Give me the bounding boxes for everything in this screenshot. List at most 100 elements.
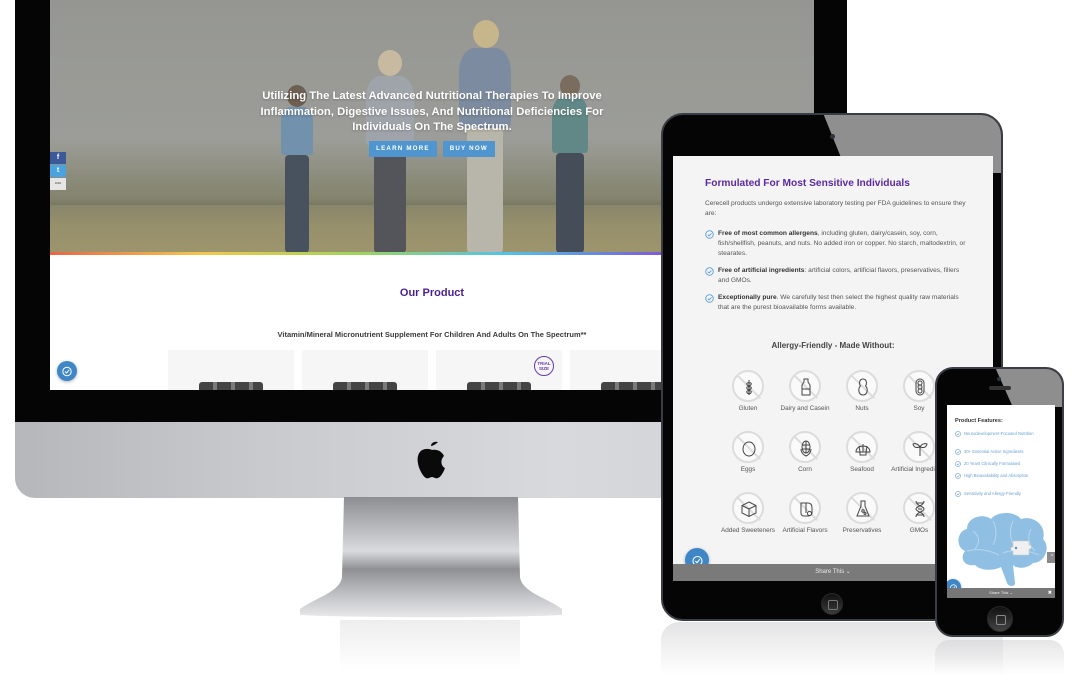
allergen-label: Artificial Flavors <box>782 527 828 534</box>
check-circle-icon <box>955 491 961 497</box>
buy-now-button[interactable]: BUY NOW <box>442 141 495 157</box>
corn-icon <box>800 440 812 457</box>
sensitive-section-intro: Cerecell products undergo extensive labo… <box>705 200 966 217</box>
phone-device: Product Features: Neurodevelopment-Focus… <box>935 367 1064 637</box>
feature-item: Sensitivity and Allergy-Friendly <box>955 491 1051 498</box>
feature-label: High Bioavailability and Absorption <box>964 473 1029 478</box>
imac-reflection <box>340 620 520 670</box>
phone-home-button <box>987 606 1013 632</box>
allergen-circle <box>903 370 935 402</box>
check-badge-icon <box>62 366 72 377</box>
checklist-item: Exceptionally pure. We carefully test th… <box>705 293 967 313</box>
allergen-circle <box>789 492 821 524</box>
wheat-icon <box>746 380 752 395</box>
allergen-label: Gluten <box>738 405 758 412</box>
allergen-item: Corn <box>775 431 835 475</box>
phone-reflection <box>935 640 1064 675</box>
check-circle-icon <box>705 230 714 239</box>
jar-lid <box>199 382 263 390</box>
allergen-circle <box>789 431 821 463</box>
tablet-camera <box>830 134 835 139</box>
product-card[interactable] <box>302 350 428 390</box>
checklist-item: Free of most common allergens, including… <box>705 229 967 259</box>
allergen-item: Added Sweeteners <box>718 492 778 536</box>
feature-item: 30+ Essential Active Ingredients <box>955 449 1051 456</box>
allergen-item: Artificial Flavors <box>775 492 835 536</box>
allergen-item: Dairy and Casein <box>775 370 835 414</box>
apple-logo-icon <box>417 441 445 479</box>
check-circle-icon <box>705 267 714 276</box>
feature-label: 20 Years Clinically Formulated <box>964 461 1021 466</box>
close-icon[interactable]: ✖ <box>1048 588 1052 598</box>
feature-label: Neurodevelopment-Focused Nutrition <box>964 431 1034 436</box>
allergen-label: Added Sweeteners <box>720 527 775 534</box>
phone-camera <box>997 377 1001 381</box>
peanut-icon <box>858 378 868 396</box>
allergen-circle <box>846 431 878 463</box>
puzzle-brain-illustration <box>958 513 1047 586</box>
product-card[interactable]: TRIAL SIZE <box>436 350 562 390</box>
shell-icon <box>855 444 871 456</box>
allergen-label: Corn <box>798 466 812 473</box>
imac-stand <box>300 497 562 618</box>
chevron-down-icon: ⌄ <box>1009 590 1013 595</box>
allergen-circle <box>732 492 764 524</box>
checklist-item-bold: Free of artificial ingredients <box>718 267 805 274</box>
accessibility-widget-button[interactable] <box>57 361 77 381</box>
allergen-item: Preservatives <box>832 492 892 536</box>
feature-label: 30+ Essential Active Ingredients <box>964 449 1024 454</box>
allergen-circle <box>732 370 764 402</box>
check-circle-icon <box>705 294 714 303</box>
soybean-icon <box>915 378 925 396</box>
share-this-label: Share This <box>989 590 1009 595</box>
product-features-title: Product Features: <box>955 418 1003 424</box>
product-card[interactable] <box>168 350 294 390</box>
sensitive-section-title: Formulated For Most Sensitive Individual… <box>705 178 910 189</box>
allergen-item: Seafood <box>832 431 892 475</box>
milk-bottle-icon <box>801 378 811 396</box>
facebook-icon[interactable]: f <box>50 152 66 164</box>
allergen-label: Seafood <box>850 466 874 473</box>
feature-label: Sensitivity and Allergy-Friendly <box>964 491 1022 496</box>
allergen-label: Eggs <box>740 466 756 473</box>
sprout-icon <box>912 443 928 456</box>
check-circle-icon <box>955 449 961 455</box>
allergen-circle <box>903 431 935 463</box>
check-circle-icon <box>955 461 961 467</box>
dna-icon <box>915 500 925 518</box>
twitter-icon[interactable]: t <box>50 165 66 177</box>
trial-size-badge: TRIAL SIZE <box>534 356 554 376</box>
check-circle-icon <box>955 473 961 479</box>
learn-more-button[interactable]: LEARN MORE <box>369 141 437 157</box>
flavor-icon <box>800 502 813 517</box>
hero-headline: Utilizing The Latest Advanced Nutritiona… <box>260 90 604 133</box>
allergen-circle <box>789 370 821 402</box>
share-this-bar[interactable]: Share This ⌄ ✖ <box>947 588 1055 598</box>
allergen-item: Nuts <box>832 370 892 414</box>
chevron-down-icon: ⌄ <box>845 569 851 575</box>
allergy-friendly-title: Allergy-Friendly - Made Without: <box>771 341 895 350</box>
allergen-label: Nuts <box>855 405 869 412</box>
feature-item: 20 Years Clinically Formulated <box>955 461 1051 468</box>
feature-item: Neurodevelopment-Focused Nutrition <box>955 431 1051 438</box>
allergen-circle <box>903 492 935 524</box>
egg-icon <box>742 441 756 457</box>
jar-lid <box>333 382 397 390</box>
checklist-item: Free of artificial ingredients: artifici… <box>705 266 967 286</box>
allergen-circle <box>732 431 764 463</box>
sugar-cube-icon <box>741 501 757 518</box>
phone-website-screen: Product Features: Neurodevelopment-Focus… <box>947 405 1055 598</box>
jar-lid <box>601 382 665 390</box>
allergen-circle <box>846 370 878 402</box>
checklist-item-bold: Exceptionally pure <box>718 294 777 301</box>
scroll-to-top-button[interactable]: ^ <box>1047 552 1055 563</box>
checklist-item-bold: Free of most common allergens <box>718 230 818 237</box>
check-circle-icon <box>955 431 961 437</box>
tablet-home-button <box>821 593 843 615</box>
more-icon[interactable]: ••• <box>50 178 66 190</box>
allergen-circle <box>846 492 878 524</box>
allergen-item: Eggs <box>718 431 778 475</box>
feature-item: High Bioavailability and Absorption <box>955 473 1051 480</box>
flask-icon <box>856 500 870 517</box>
allergen-label: Dairy and Casein <box>780 405 830 412</box>
